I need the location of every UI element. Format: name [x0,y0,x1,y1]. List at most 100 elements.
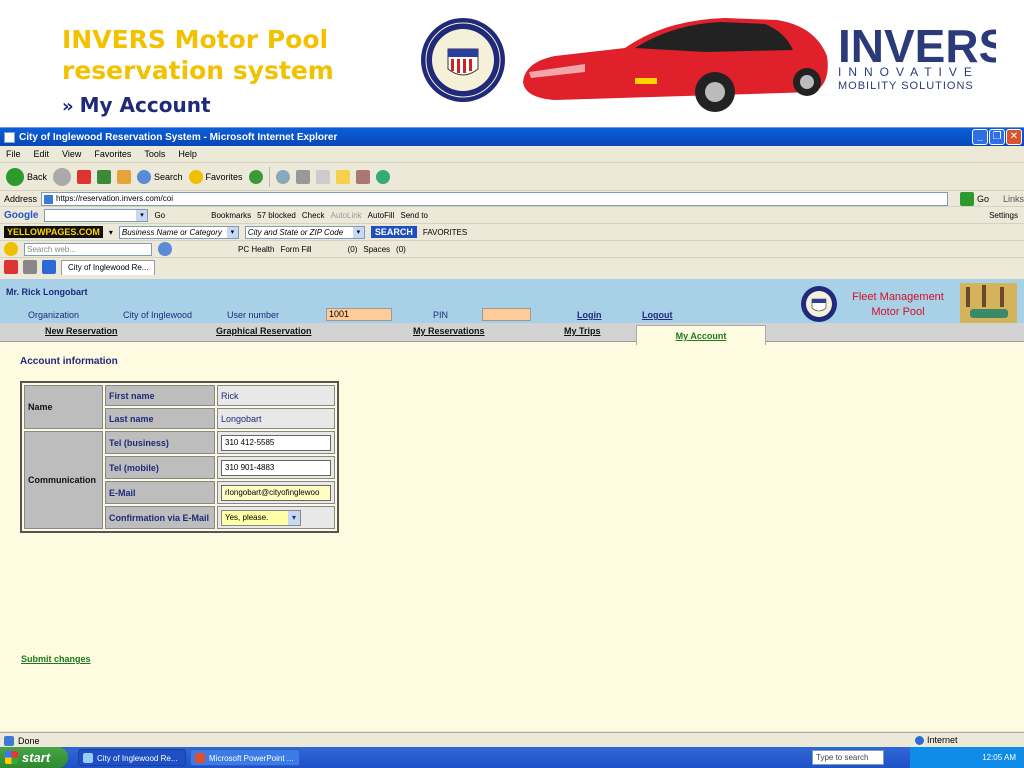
email-input[interactable]: rlongobart@cityofinglewoo [221,484,331,501]
chevron-down-icon[interactable]: ▾ [136,209,148,221]
yellowpages-favorites-button[interactable]: FAVORITES [423,228,467,237]
communication-group-label: Communication [24,431,103,529]
google-autolink-button[interactable]: AutoLink [331,211,362,220]
discuss-icon[interactable] [335,169,350,184]
submit-changes-link[interactable]: Submit changes [21,654,91,664]
start-button[interactable]: start [0,747,68,768]
search-label: Search [154,171,183,182]
tab-list-icon[interactable] [23,260,37,274]
popup-blocked-count[interactable]: 57 blocked [257,211,296,220]
edit-icon[interactable] [315,169,330,184]
pin-label: PIN [433,310,449,320]
tab-inglewood[interactable]: City of Inglewood Re... [61,259,156,275]
favorites-button[interactable]: Favorites [188,169,243,184]
confirmation-cell: Yes, please. ▾ [217,506,335,529]
yellowpages-logo: YELLOWPAGES.COM [4,226,103,238]
pin-input[interactable] [482,308,531,321]
google-autofill-button[interactable]: AutoFill [368,211,395,220]
invers-logo: INVERS INNOVATIVE MOBILITY SOLUTIONS [838,20,996,92]
go-button[interactable]: Go [977,194,989,204]
home-icon[interactable] [117,169,132,184]
tel-mobile-label: Tel (mobile) [105,456,215,479]
menu-file[interactable]: File [6,149,21,159]
taskbar-item-powerpoint[interactable]: Microsoft PowerPoint ... [190,749,300,766]
toolbar-logo-icon[interactable] [4,242,18,256]
motor-pool-image [960,283,1017,323]
back-button[interactable]: Back [6,167,47,186]
city-input[interactable]: City and State or ZIP Code ▾ [244,225,365,239]
nav-graphical-reservation[interactable]: Graphical Reservation [216,326,312,336]
logout-link[interactable]: Logout [642,310,673,320]
search-button[interactable]: Search [137,169,183,184]
chevron-down-icon[interactable]: ▾ [352,226,364,238]
spaces-button[interactable]: Spaces [363,245,390,254]
messenger-count[interactable]: (0) [396,245,406,254]
yellowpages-toolbar: YELLOWPAGES.COM ▾ Business Name or Categ… [0,224,1024,241]
close-button[interactable]: ✕ [1006,129,1022,145]
research-icon[interactable] [355,169,370,184]
search-icon[interactable] [158,242,172,256]
security-zone-label: Internet [927,735,958,745]
nav-new-reservation[interactable]: New Reservation [45,326,118,336]
google-check-button[interactable]: Check [302,211,325,220]
slide-title: INVERS Motor Pool reservation system [62,24,392,86]
user-number-input[interactable]: 1001 [326,308,392,321]
chevron-down-icon[interactable]: ▾ [226,226,238,238]
nav-my-trips[interactable]: My Trips [564,326,601,336]
tab-bar: City of Inglewood Re... [0,258,1024,276]
browser-window: City of Inglewood Reservation System - M… [0,127,1024,748]
mail-count[interactable]: (0) [348,245,358,254]
maximize-button[interactable]: ❐ [989,129,1005,145]
google-search-input[interactable]: ▾ [44,208,149,222]
google-bookmarks-button[interactable]: Bookmarks [211,211,251,220]
nav-my-reservations[interactable]: My Reservations [413,326,485,336]
fleet-line1: Fleet Management [852,291,944,303]
double-chevron-icon: » [62,96,74,117]
login-link[interactable]: Login [577,310,602,320]
address-label: Address [4,193,38,204]
forward-arrow-icon[interactable] [53,167,72,186]
minimize-button[interactable]: _ [972,129,988,145]
form-fill-button[interactable]: Form Fill [280,245,311,254]
tel-mobile-cell: 310 901-4883 [217,456,335,479]
new-tab-icon[interactable] [42,260,56,274]
menu-favorites[interactable]: Favorites [94,149,131,159]
refresh-icon[interactable] [97,169,112,184]
star-icon [188,169,203,184]
taskbar-search-input[interactable]: Type to search [812,750,884,765]
google-go-button[interactable]: Go [154,211,165,220]
search-toolbar: Search web... PC Health Form Fill (0) Sp… [0,241,1024,258]
mail-icon[interactable] [275,169,290,184]
business-input[interactable]: Business Name or Category ▾ [118,225,239,239]
pc-health-button[interactable]: PC Health [238,245,274,254]
nav-bar: New Reservation Graphical Reservation My… [0,323,1024,342]
address-input[interactable]: https://reservation.invers.com/coi [41,191,948,206]
google-settings-button[interactable]: Settings [989,211,1018,220]
clock[interactable]: 12:05 AM [982,753,1016,762]
history-icon[interactable] [248,169,263,184]
nav-my-account[interactable]: My Account [636,325,766,345]
slide-header: INVERS Motor Pool reservation system » My… [0,0,1024,122]
menu-edit[interactable]: Edit [34,149,50,159]
messenger-icon[interactable] [375,169,390,184]
taskbar-item-ie[interactable]: City of Inglewood Re... [78,749,186,766]
taskbar: start City of Inglewood Re... Microsoft … [0,747,1024,768]
tabs-home-icon[interactable] [4,260,18,274]
print-icon[interactable] [295,169,310,184]
menu-view[interactable]: View [62,149,81,159]
tel-mobile-input[interactable]: 310 901-4883 [221,459,331,476]
links-button[interactable]: Links [1003,194,1024,204]
go-arrow-icon[interactable] [959,191,974,206]
web-search-input[interactable]: Search web... [24,242,152,256]
menu-help[interactable]: Help [178,149,197,159]
tel-business-input[interactable]: 310 412-5585 [221,434,331,451]
chevron-down-icon[interactable]: ▾ [288,510,300,525]
confirmation-select[interactable]: Yes, please. ▾ [221,509,301,526]
google-sendto-button[interactable]: Send to [400,211,428,220]
section-title: Account information [20,356,118,367]
menu-tools[interactable]: Tools [144,149,165,159]
yellowpages-menu-arrow[interactable]: ▾ [109,228,113,237]
stop-icon[interactable] [77,169,92,184]
yellowpages-search-button[interactable]: SEARCH [370,226,417,238]
system-tray: 12:05 AM [910,747,1024,768]
